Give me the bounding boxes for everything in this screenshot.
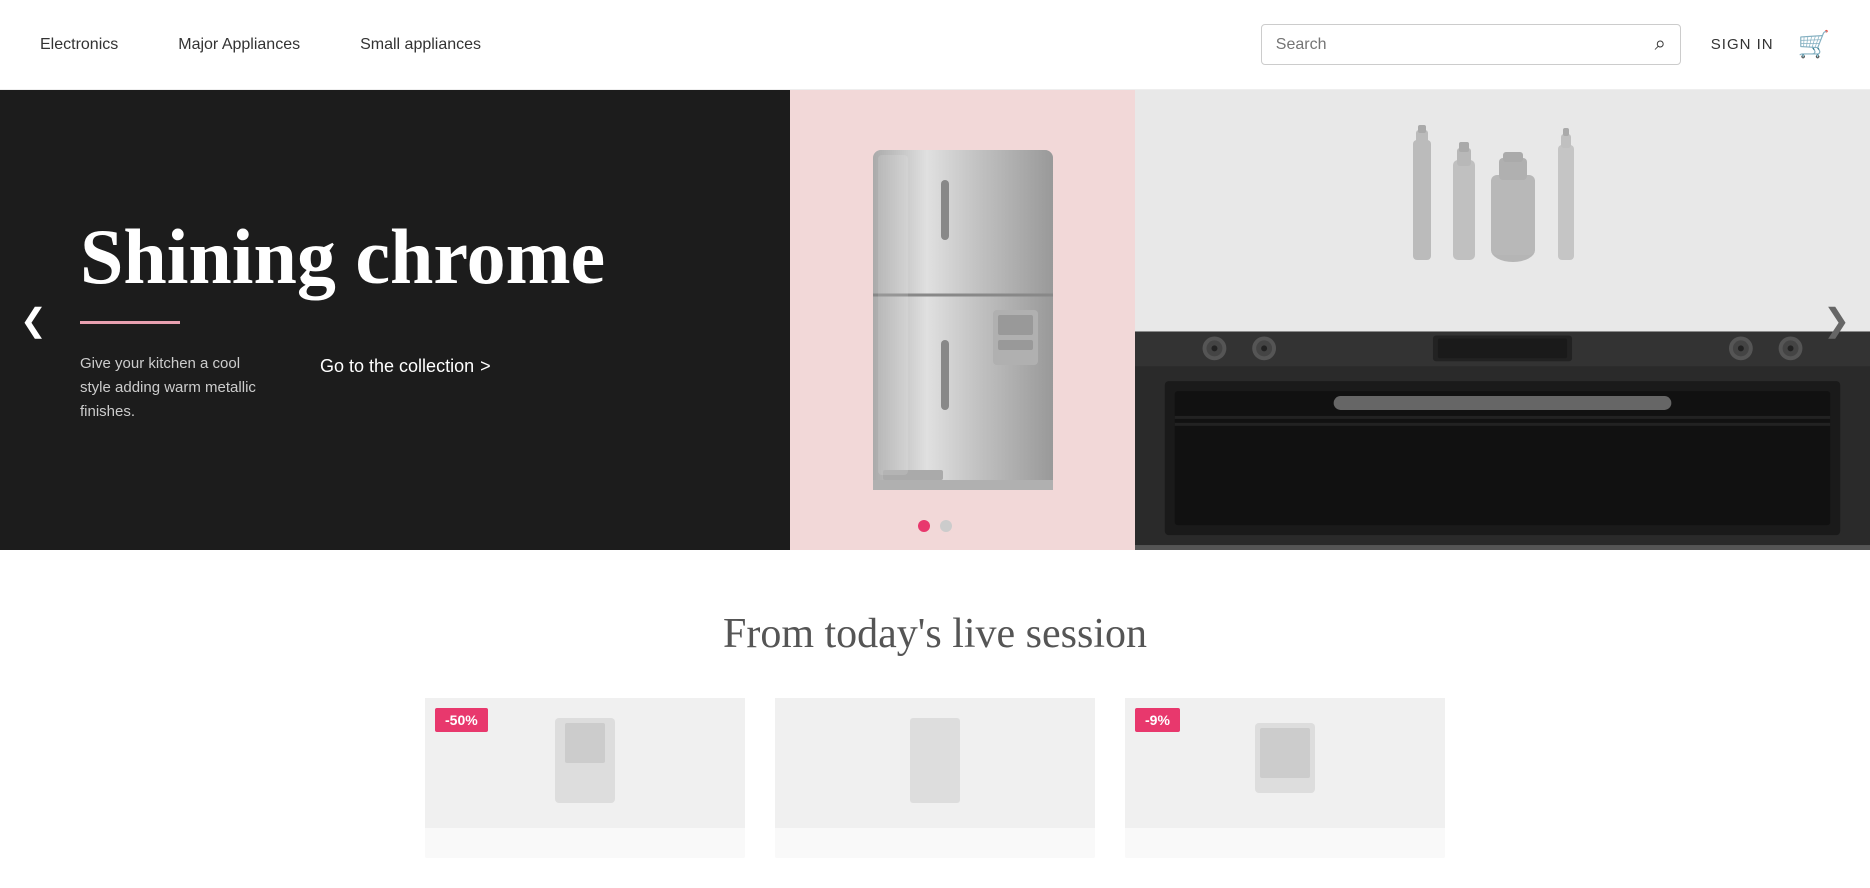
search-box: ⌕ (1261, 24, 1681, 65)
product-badge-1: -50% (435, 708, 488, 732)
hero-dots (918, 520, 952, 532)
cart-icon[interactable]: 🛒 (1798, 29, 1830, 60)
hero-sub: Give your kitchen a cool style adding wa… (80, 352, 710, 424)
hero-divider (80, 321, 180, 324)
product-image-2 (775, 698, 1095, 828)
hero-dot-2[interactable] (940, 520, 952, 532)
sign-in-button[interactable]: SIGN IN (1711, 36, 1774, 53)
hero-description: Give your kitchen a cool style adding wa… (80, 352, 260, 424)
hero-gray-panel (1135, 90, 1870, 550)
header: Electronics Major Appliances Small appli… (0, 0, 1870, 90)
hero-dark-panel: Shining chrome Give your kitchen a cool … (0, 90, 790, 550)
product-img-svg-1 (545, 713, 625, 813)
search-input[interactable] (1276, 36, 1647, 54)
hero-dot-1[interactable] (918, 520, 930, 532)
product-img-svg-2 (895, 713, 975, 813)
search-area: ⌕ (1261, 24, 1681, 65)
search-button[interactable]: ⌕ (1655, 33, 1666, 56)
products-row: -50% -9% (40, 698, 1830, 858)
nav-major-appliances[interactable]: Major Appliances (178, 36, 300, 54)
product-card-3[interactable]: -9% (1125, 698, 1445, 858)
hero-cta-arrow: > (480, 356, 491, 377)
hero-cta-label: Go to the collection (320, 356, 474, 377)
bottles-svg (1393, 120, 1613, 280)
main-nav: Electronics Major Appliances Small appli… (40, 36, 1261, 54)
fridge-svg (853, 140, 1073, 500)
product-card-1[interactable]: -50% (425, 698, 745, 858)
hero-section: Shining chrome Give your kitchen a cool … (0, 90, 1870, 550)
product-card-2[interactable] (775, 698, 1095, 858)
hero-cta-button[interactable]: Go to the collection > (320, 352, 491, 377)
nav-small-appliances[interactable]: Small appliances (360, 36, 481, 54)
fridge-image (853, 140, 1073, 500)
nav-electronics[interactable]: Electronics (40, 36, 118, 54)
hero-next-arrow[interactable]: ❯ (1813, 291, 1860, 349)
oven-area (1135, 90, 1870, 550)
hero-title: Shining chrome (80, 216, 710, 298)
product-badge-3: -9% (1135, 708, 1180, 732)
product-img-svg-3 (1245, 713, 1325, 813)
bottles-decoration (1393, 120, 1613, 280)
hero-pink-panel (790, 90, 1135, 550)
live-session-title: From today's live session (40, 610, 1830, 658)
live-session-section: From today's live session -50% -9% (0, 550, 1870, 888)
oven-svg (1135, 330, 1870, 550)
hero-prev-arrow[interactable]: ❮ (10, 291, 57, 349)
